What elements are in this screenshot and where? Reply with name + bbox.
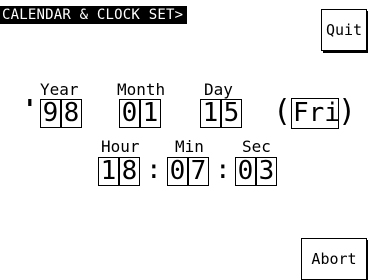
quit-button[interactable]: Quit (321, 9, 367, 51)
sec-digit-tens[interactable]: 0 (235, 157, 256, 186)
day-digit-ones[interactable]: 5 (221, 99, 242, 128)
screen-title: CALENDAR & CLOCK SET> (0, 6, 188, 24)
weekday-field[interactable]: Fri (291, 98, 340, 129)
hour-digit-tens[interactable]: 1 (98, 157, 119, 186)
sec-digit-ones[interactable]: 3 (256, 157, 277, 186)
sec-label: Sec (242, 137, 271, 156)
min-digit-ones[interactable]: 7 (188, 157, 209, 186)
weekday-paren-close: ) (338, 94, 357, 129)
year-digit-ones[interactable]: 8 (61, 99, 82, 128)
hour-label: Hour (101, 137, 140, 156)
min-label: Min (175, 137, 204, 156)
min-digit-tens[interactable]: 0 (167, 157, 188, 186)
year-label: Year (40, 80, 79, 99)
month-label: Month (117, 80, 166, 99)
hour-digit-ones[interactable]: 8 (119, 157, 140, 186)
day-digit-tens[interactable]: 1 (200, 99, 221, 128)
day-label: Day (204, 80, 233, 99)
year-digit-tens[interactable]: 9 (40, 99, 61, 128)
month-digit-ones[interactable]: 1 (140, 99, 161, 128)
time-separator-1: : (146, 155, 162, 185)
abort-button[interactable]: Abort (301, 238, 367, 280)
time-separator-2: : (215, 155, 231, 185)
weekday-paren-open: ( (273, 94, 292, 129)
year-apostrophe: ' (22, 95, 38, 125)
month-digit-tens[interactable]: 0 (119, 99, 140, 128)
